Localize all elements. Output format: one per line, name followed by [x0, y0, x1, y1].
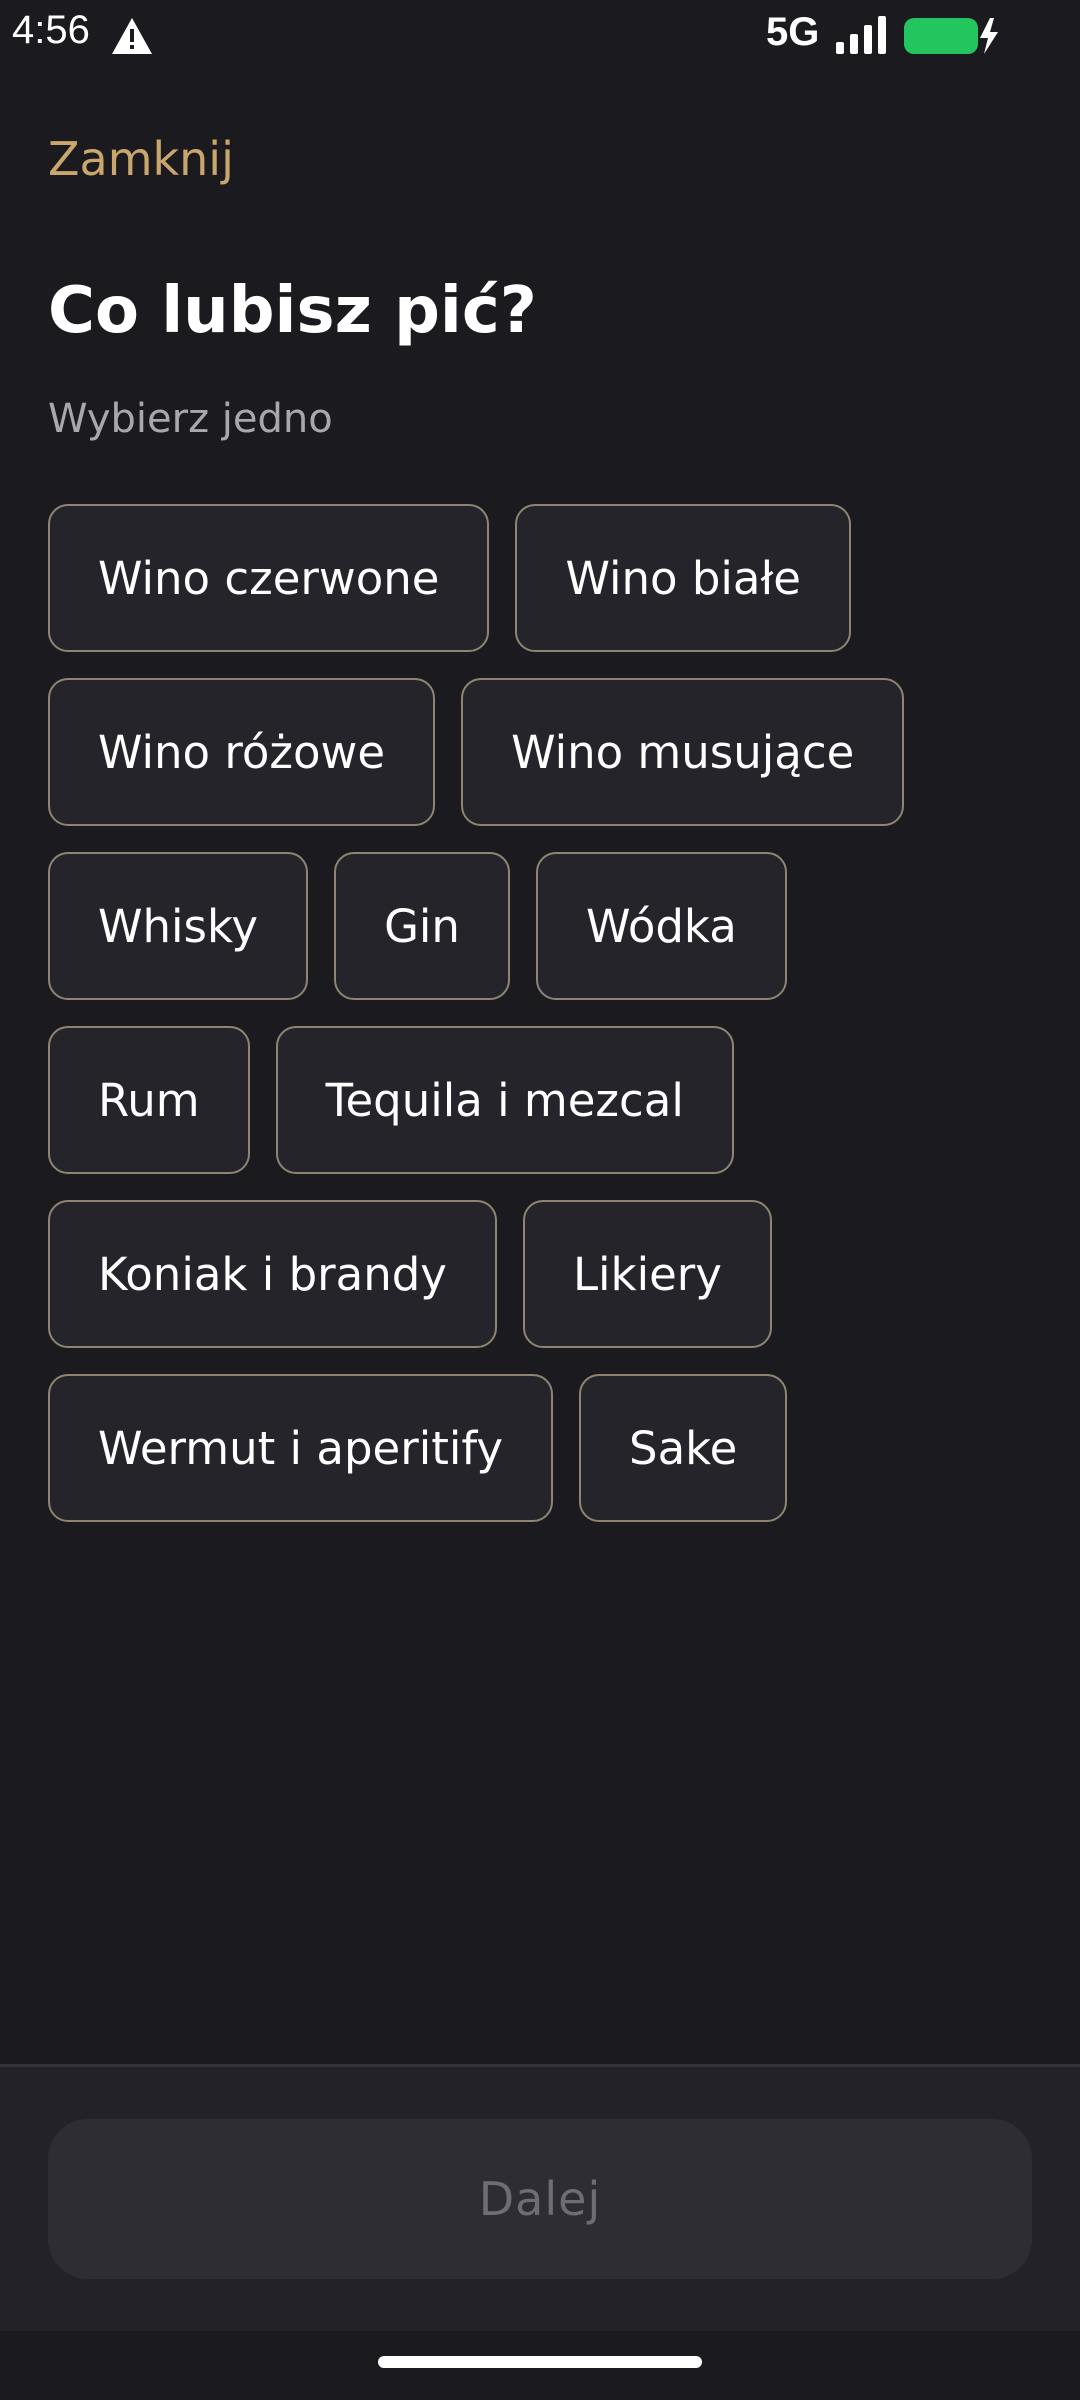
option-sake[interactable]: Sake — [579, 1374, 788, 1522]
option-gin[interactable]: Gin — [334, 852, 510, 1000]
options-row: Wino różowe Wino musujące — [48, 678, 988, 826]
options-row: Wino czerwone Wino białe — [48, 504, 988, 652]
warning-icon — [112, 18, 152, 54]
status-bar: 4:56 5G — [0, 0, 1080, 70]
page-subtitle: Wybierz jedno — [48, 396, 333, 442]
home-indicator[interactable] — [378, 2356, 702, 2368]
option-cognac-brandy[interactable]: Koniak i brandy — [48, 1200, 497, 1348]
option-liqueurs[interactable]: Likiery — [522, 1200, 772, 1348]
option-whisky[interactable]: Whisky — [48, 852, 309, 1000]
page-title: Co lubisz pić? — [48, 274, 537, 348]
next-button[interactable]: Dalej — [48, 2119, 1032, 2279]
battery-charging-icon — [904, 18, 998, 54]
options-row: Wermut i aperitify Sake — [48, 1374, 988, 1522]
options-row: Koniak i brandy Likiery — [48, 1200, 988, 1348]
options-row: Rum Tequila i mezcal — [48, 1026, 988, 1174]
option-rum[interactable]: Rum — [48, 1026, 250, 1174]
option-tequila-mezcal[interactable]: Tequila i mezcal — [275, 1026, 734, 1174]
footer-bar: Dalej — [0, 2064, 1080, 2331]
option-white-wine[interactable]: Wino białe — [515, 504, 851, 652]
network-label: 5G — [766, 10, 820, 54]
signal-icon — [836, 16, 886, 54]
close-button[interactable]: Zamknij — [48, 132, 234, 186]
status-time: 4:56 — [12, 8, 90, 52]
option-red-wine[interactable]: Wino czerwone — [48, 504, 490, 652]
option-sparkling-wine[interactable]: Wino musujące — [461, 678, 905, 826]
drink-options: Wino czerwone Wino białe Wino różowe Win… — [48, 504, 988, 1548]
option-vodka[interactable]: Wódka — [535, 852, 787, 1000]
screen: 4:56 5G Zamknij Co lubisz pić? Wybierz j… — [0, 0, 1080, 2400]
option-rose-wine[interactable]: Wino różowe — [48, 678, 436, 826]
option-vermouth-aperitifs[interactable]: Wermut i aperitify — [48, 1374, 554, 1522]
options-row: Whisky Gin Wódka — [48, 852, 988, 1000]
